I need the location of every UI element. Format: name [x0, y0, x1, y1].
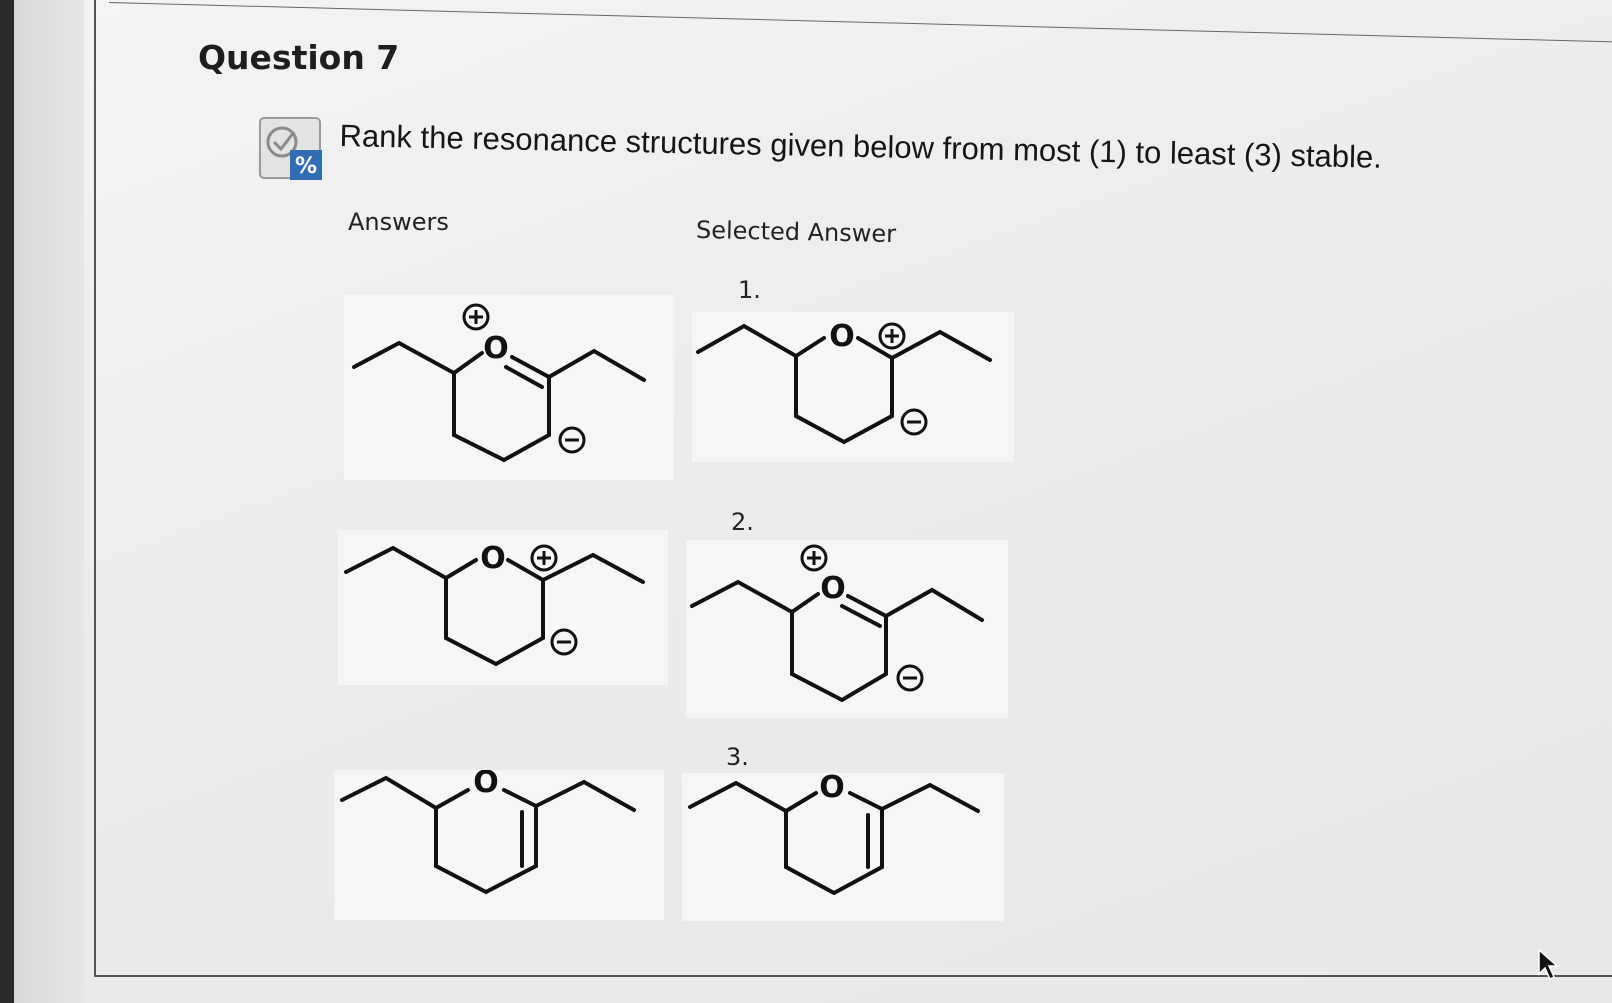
selected-answer-column-header: Selected Answer	[695, 215, 897, 249]
plus-charge-icon	[530, 544, 558, 572]
oxygen-atom: O	[829, 319, 855, 354]
oxygen-atom: O	[819, 773, 845, 805]
selected-structure-1[interactable]: O	[692, 312, 1014, 462]
rank-number-2: 2.	[731, 508, 754, 536]
answer-structure-carbocation[interactable]: O	[338, 530, 668, 685]
minus-charge-icon	[900, 408, 928, 436]
oxygen-atom: O	[820, 571, 846, 606]
selected-structure-3[interactable]: O	[682, 773, 1004, 921]
oxygen-atom: O	[483, 331, 509, 366]
oxygen-atom: O	[480, 541, 506, 576]
answer-structure-oxonium-double-bond[interactable]: O	[344, 295, 674, 480]
question-title: Question 7	[198, 38, 400, 77]
selected-structure-2[interactable]: O	[686, 540, 1008, 718]
svg-text:%: %	[295, 154, 317, 179]
arrow-cursor-icon	[1537, 948, 1561, 982]
rank-number-1: 1.	[738, 276, 761, 304]
plus-charge-icon	[878, 322, 906, 350]
oxygen-atom: O	[473, 770, 499, 800]
plus-charge-icon	[800, 544, 828, 572]
minus-charge-icon	[896, 664, 924, 692]
answers-column-header: Answers	[348, 208, 449, 236]
minus-charge-icon	[558, 426, 586, 454]
minus-charge-icon	[550, 628, 578, 656]
answer-structure-neutral[interactable]: O	[334, 770, 664, 920]
plus-charge-icon	[462, 303, 490, 331]
check-percent-icon: %	[258, 116, 326, 184]
rank-number-3: 3.	[726, 743, 749, 771]
left-margin	[14, 0, 84, 1003]
